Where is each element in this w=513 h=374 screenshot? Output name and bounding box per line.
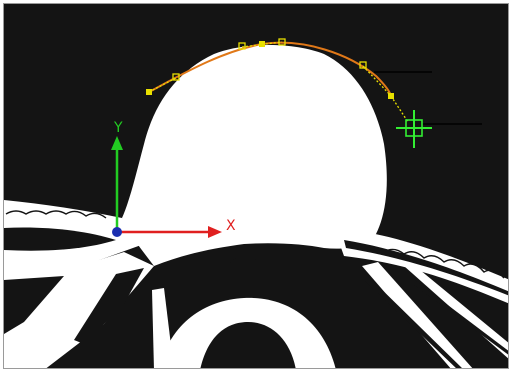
x-axis-label: X bbox=[226, 218, 236, 234]
ct-slice-image[interactable]: Y X bbox=[4, 4, 509, 369]
y-axis-label: Y bbox=[113, 120, 123, 136]
axis-origin-handle[interactable] bbox=[112, 227, 122, 237]
anchor-point[interactable] bbox=[388, 93, 394, 99]
anchor-point[interactable] bbox=[146, 89, 152, 95]
anchor-point[interactable] bbox=[259, 41, 265, 47]
ct-viewport[interactable]: Y X bbox=[3, 3, 509, 369]
